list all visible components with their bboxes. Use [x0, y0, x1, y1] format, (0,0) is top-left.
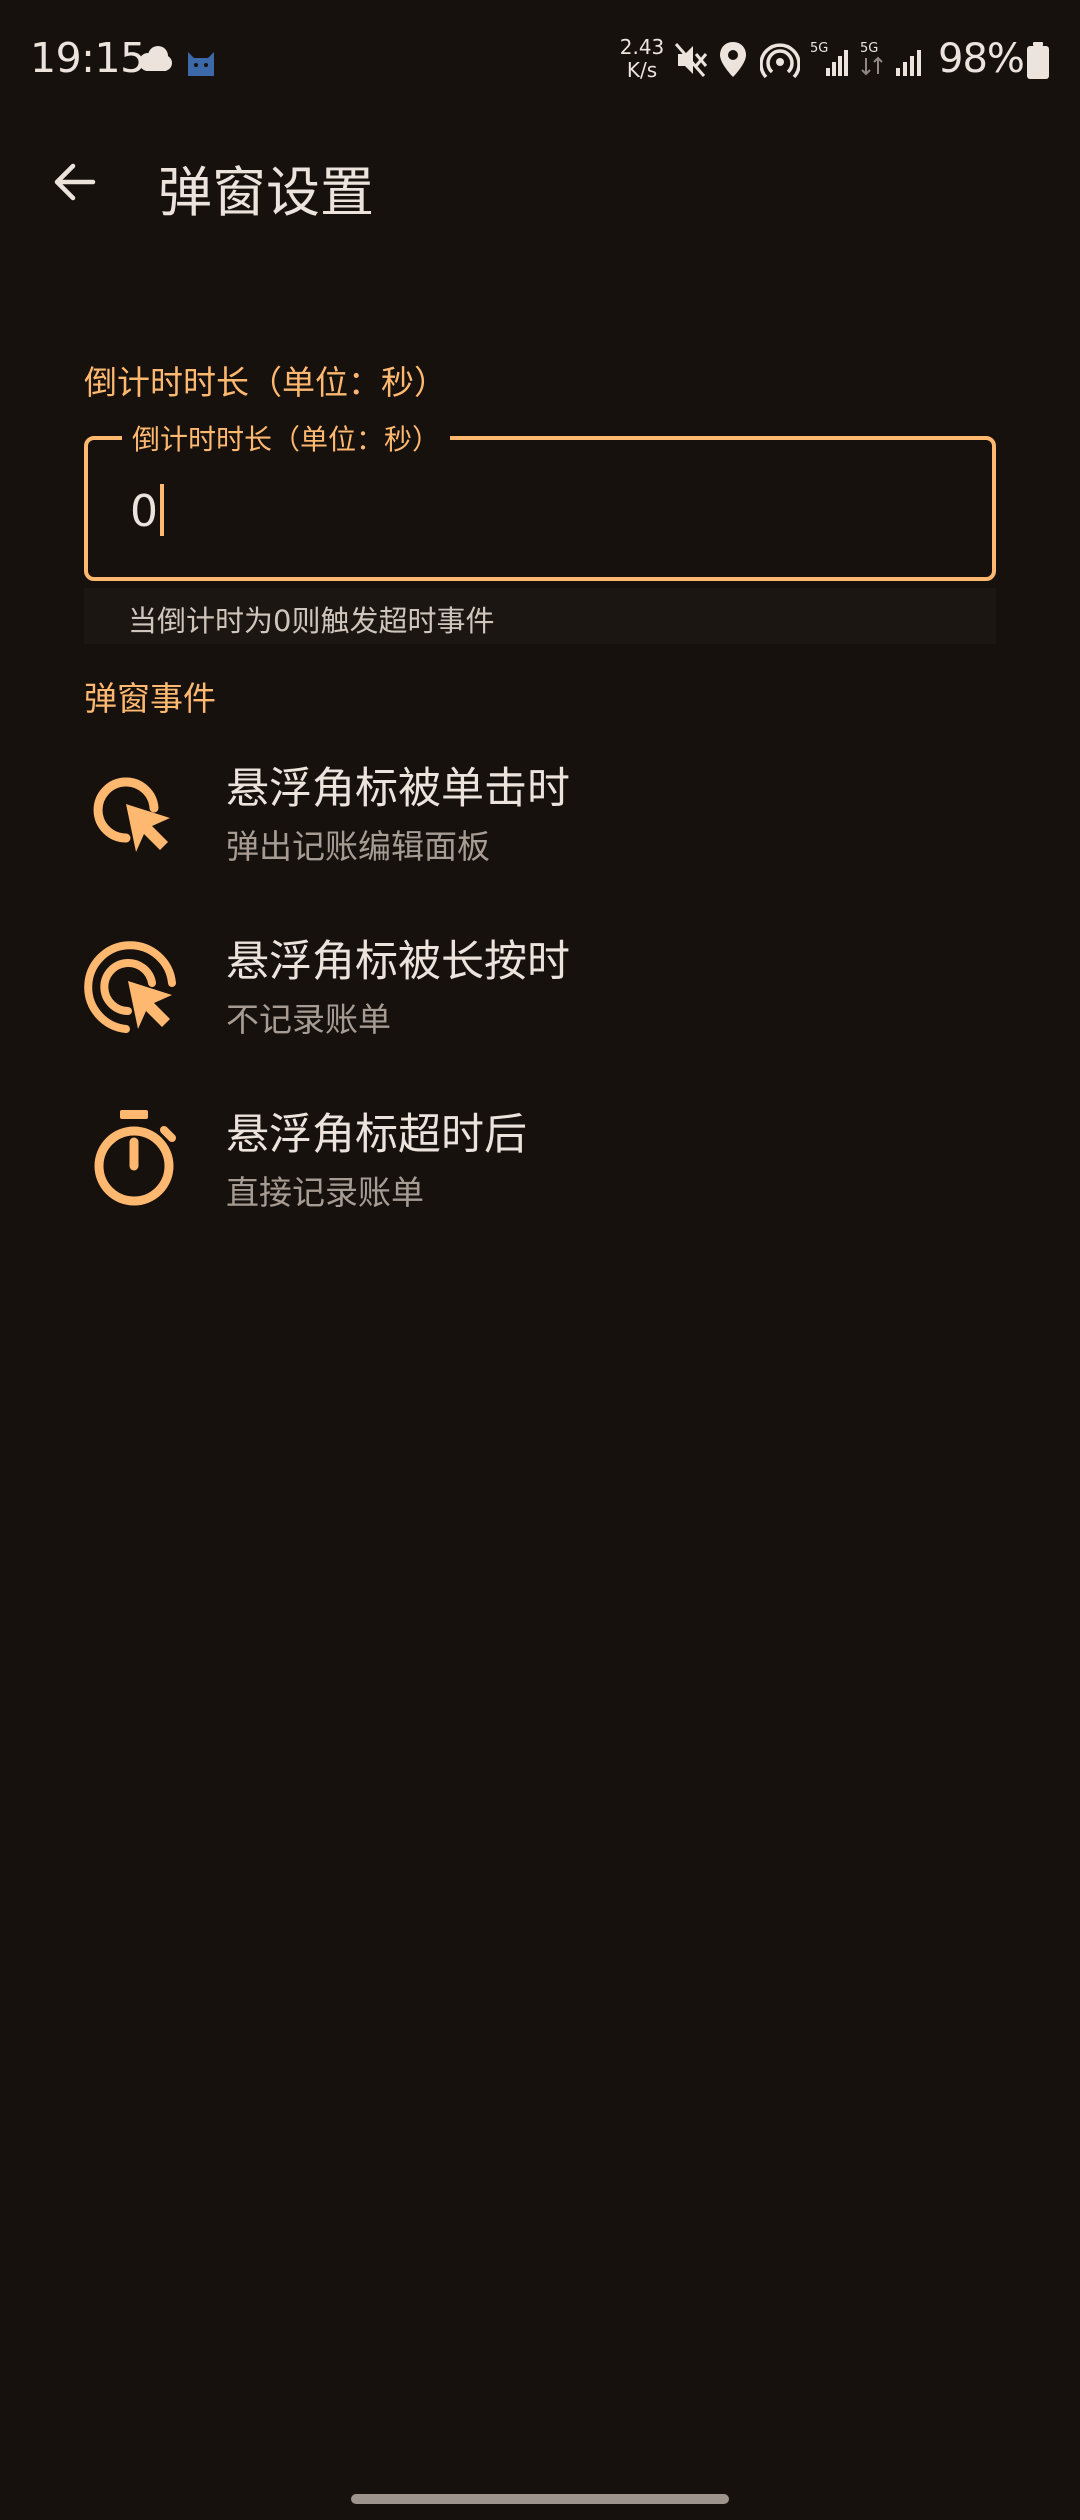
- cloud-icon: [136, 44, 174, 78]
- home-indicator[interactable]: [351, 2494, 729, 2504]
- countdown-input[interactable]: 倒计时时长（单位：秒） 0: [84, 418, 996, 581]
- event-item-subtitle: 直接记录账单: [226, 1173, 424, 1212]
- event-item-subtitle: 不记录账单: [226, 1000, 391, 1039]
- battery-percent: 98%: [938, 36, 1025, 82]
- countdown-input-value-wrap[interactable]: 0: [130, 484, 164, 537]
- event-item-subtitle: 弹出记账编辑面板: [226, 827, 490, 866]
- event-item-long-press[interactable]: 悬浮角标被长按时 不记录账单: [0, 897, 1080, 1067]
- network-speed: 2.43 K/s: [612, 36, 672, 82]
- signal-5g-icon: 5G: [810, 40, 850, 84]
- long-press-pointer-icon: [84, 937, 184, 1037]
- battery-icon: [1026, 42, 1050, 84]
- location-icon: [718, 40, 748, 84]
- countdown-input-value: 0: [130, 486, 158, 537]
- mute-icon: [674, 40, 708, 84]
- svg-text:5G: 5G: [810, 41, 828, 56]
- event-item-title: 悬浮角标被单击时: [226, 764, 570, 814]
- tap-pointer-icon: [84, 764, 184, 864]
- countdown-input-label: 倒计时时长（单位：秒）: [122, 418, 451, 458]
- network-speed-unit: K/s: [626, 58, 658, 82]
- event-item-title: 悬浮角标被长按时: [226, 937, 570, 987]
- events-section-label: 弹窗事件: [84, 679, 216, 718]
- signal-5g-icon: 5G: [858, 40, 888, 84]
- countdown-helper-text: 当倒计时为0则触发超时事件: [128, 604, 495, 638]
- countdown-section-label: 倒计时时长（单位：秒）: [84, 363, 447, 402]
- event-item-title: 悬浮角标超时后: [226, 1110, 527, 1160]
- app-bar: 弹窗设置: [0, 120, 1080, 240]
- network-speed-value: 2.43: [619, 35, 665, 59]
- event-item-tap[interactable]: 悬浮角标被单击时 弹出记账编辑面板: [0, 724, 1080, 894]
- signal-icon: [894, 40, 926, 84]
- status-time: 19:15: [30, 34, 146, 82]
- hotspot-icon: [759, 40, 801, 84]
- back-button[interactable]: [40, 148, 108, 216]
- arrow-back-icon: [54, 163, 96, 201]
- text-cursor: [160, 484, 164, 536]
- status-bar: 19:15 2.43 K/s 5G 5G 98%: [0, 0, 1080, 120]
- page-title: 弹窗设置: [158, 161, 374, 224]
- screen: 19:15 2.43 K/s 5G 5G 98% 弹窗设置 倒计时时长（单位：秒…: [0, 0, 1080, 2520]
- stopwatch-icon: [84, 1110, 184, 1210]
- cat-app-icon: [184, 44, 218, 82]
- svg-text:5G: 5G: [860, 41, 878, 56]
- countdown-helper-row: 当倒计时为0则触发超时事件: [84, 588, 996, 644]
- event-item-timeout[interactable]: 悬浮角标超时后 直接记录账单: [0, 1070, 1080, 1240]
